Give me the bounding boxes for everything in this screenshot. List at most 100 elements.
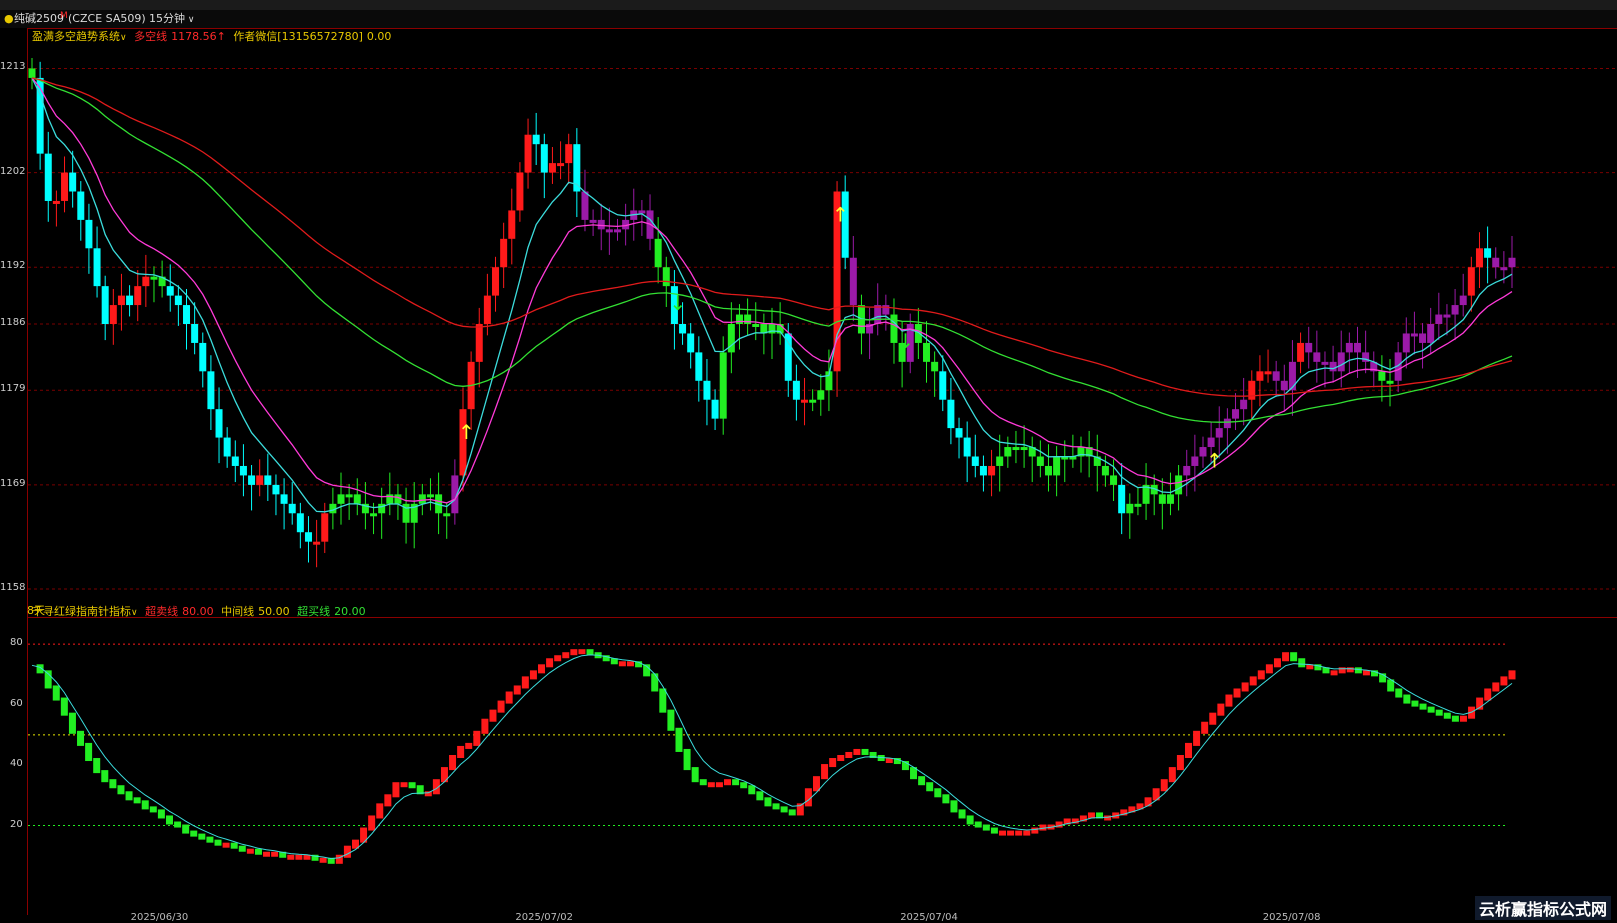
candle-body xyxy=(1012,447,1020,451)
sub-indicator-name[interactable]: 千寻红绿指南针指标 xyxy=(32,605,131,618)
candle-body xyxy=(923,342,931,362)
candle-body xyxy=(988,465,996,476)
oscillator-bar xyxy=(376,803,384,819)
oscillator-bar xyxy=(287,854,295,860)
oscillator-bar xyxy=(473,730,481,746)
oscillator-bar xyxy=(950,800,958,813)
candle-body xyxy=(1118,484,1126,514)
middle-label: 中间线 xyxy=(221,605,255,618)
candle-body xyxy=(955,428,963,438)
candle-body xyxy=(248,475,256,485)
candle-body xyxy=(581,191,589,220)
oscillator-bar xyxy=(1104,815,1112,821)
y-tick-label: 1186 xyxy=(0,317,26,328)
candle-body xyxy=(313,541,321,545)
oscillator-bar xyxy=(821,764,829,780)
oscillator-bar xyxy=(392,782,400,798)
candle-body xyxy=(524,134,532,173)
candlestick-chart[interactable]: ↑ ↓ ↑ ↓ ↑ xyxy=(28,29,1617,618)
oscillator-bar xyxy=(457,745,465,758)
candle-body xyxy=(215,409,223,438)
indicator-name[interactable]: 盈满多空趋势系统 xyxy=(32,30,120,43)
oscillator-bar xyxy=(1160,779,1168,792)
oscillator-bar xyxy=(618,661,626,667)
author-value: 0.00 xyxy=(366,30,392,43)
oscillator-bar xyxy=(271,851,279,857)
candle-body xyxy=(223,437,231,457)
main-chart-panel[interactable]: ↑ ↓ ↑ ↓ ↑ 盈满多空趋势系统∨ 多空线 1178.56↑ 作者微信[1315657… xyxy=(27,28,1617,617)
oscillator-bar xyxy=(1403,694,1411,704)
oscillator-bar xyxy=(230,842,238,849)
y-tick-label: 1179 xyxy=(0,383,26,395)
oscillator-bar xyxy=(748,785,756,795)
oscillator-bar xyxy=(715,782,723,788)
candle-body xyxy=(500,238,508,268)
oscillator-chart[interactable] xyxy=(28,618,1617,916)
trend-line-value: 1178.56↑ xyxy=(171,30,226,43)
candle-body xyxy=(662,267,670,287)
candle-body xyxy=(288,503,296,514)
candle-body xyxy=(61,172,69,201)
y-tick-label: 60 xyxy=(10,697,23,709)
chevron-down-icon: ∨ xyxy=(131,608,138,618)
candle-body xyxy=(613,229,621,233)
oscillator-bar xyxy=(505,691,513,704)
candle-body xyxy=(1288,361,1296,391)
candle-body xyxy=(874,305,882,324)
period-selector[interactable]: 15分钟 ∨ xyxy=(149,10,194,29)
candle-body xyxy=(516,172,524,211)
candle-body xyxy=(231,456,239,466)
candle-body xyxy=(1272,371,1280,381)
candle-body xyxy=(1134,503,1142,507)
candle-body xyxy=(1280,380,1288,391)
candle-body xyxy=(654,238,662,268)
candle-body xyxy=(475,324,483,362)
oscillator-bar xyxy=(1015,830,1023,836)
oscillator-bar xyxy=(513,685,521,695)
oscillator-bar xyxy=(788,809,796,816)
oscillator-bar xyxy=(1168,767,1176,783)
oscillator-bar xyxy=(497,700,505,713)
candle-body xyxy=(492,267,500,296)
oscillator-bar xyxy=(1459,715,1467,722)
candle-body xyxy=(370,513,378,517)
candle-body xyxy=(695,352,703,381)
candle-body xyxy=(321,513,329,542)
oscillator-bar xyxy=(1298,658,1306,668)
y-tick-label: 80 xyxy=(10,637,23,649)
candle-body xyxy=(508,210,516,239)
oscillator-bar xyxy=(263,851,271,857)
sub-chart-panel[interactable]: 千寻红绿指南针指标∨ 超卖线 80.00 中间线 50.00 超买线 20.00 xyxy=(27,605,1617,916)
symbol-name[interactable]: 纯碱2509 xyxy=(14,10,64,28)
oscillator-bar xyxy=(837,755,845,762)
candle-body xyxy=(142,276,150,287)
candle-body xyxy=(418,494,426,504)
oscillator-bar xyxy=(1233,688,1241,698)
oscillator-bar xyxy=(101,770,109,783)
candle-body xyxy=(1044,465,1052,476)
oscillator-bar xyxy=(449,755,457,771)
oscillator-bar xyxy=(1007,830,1015,836)
candle-body xyxy=(744,314,752,324)
candle-body xyxy=(735,314,743,324)
candle-body xyxy=(183,305,191,324)
candle-body xyxy=(77,191,85,220)
down-arrow-icon: ↓ xyxy=(897,329,914,353)
oscillator-bar xyxy=(384,794,392,807)
y-tick-label: 20 xyxy=(10,818,23,830)
oscillator-bar xyxy=(157,809,165,819)
oscillator-bar xyxy=(667,709,675,731)
oscillator-bar xyxy=(521,676,529,689)
candle-body xyxy=(963,437,971,457)
candle-body xyxy=(1419,333,1427,343)
oscillator-bar xyxy=(554,655,562,662)
candle-body xyxy=(174,295,182,306)
candle-body xyxy=(1337,352,1345,372)
oscillator-bar xyxy=(699,779,707,786)
candle-body xyxy=(93,248,101,287)
oscillator-bar xyxy=(489,709,497,722)
candle-body xyxy=(443,513,451,517)
oversold-value: 20.00 xyxy=(334,605,366,618)
toolbar-strip xyxy=(0,0,1617,10)
candle-body xyxy=(1020,447,1028,451)
